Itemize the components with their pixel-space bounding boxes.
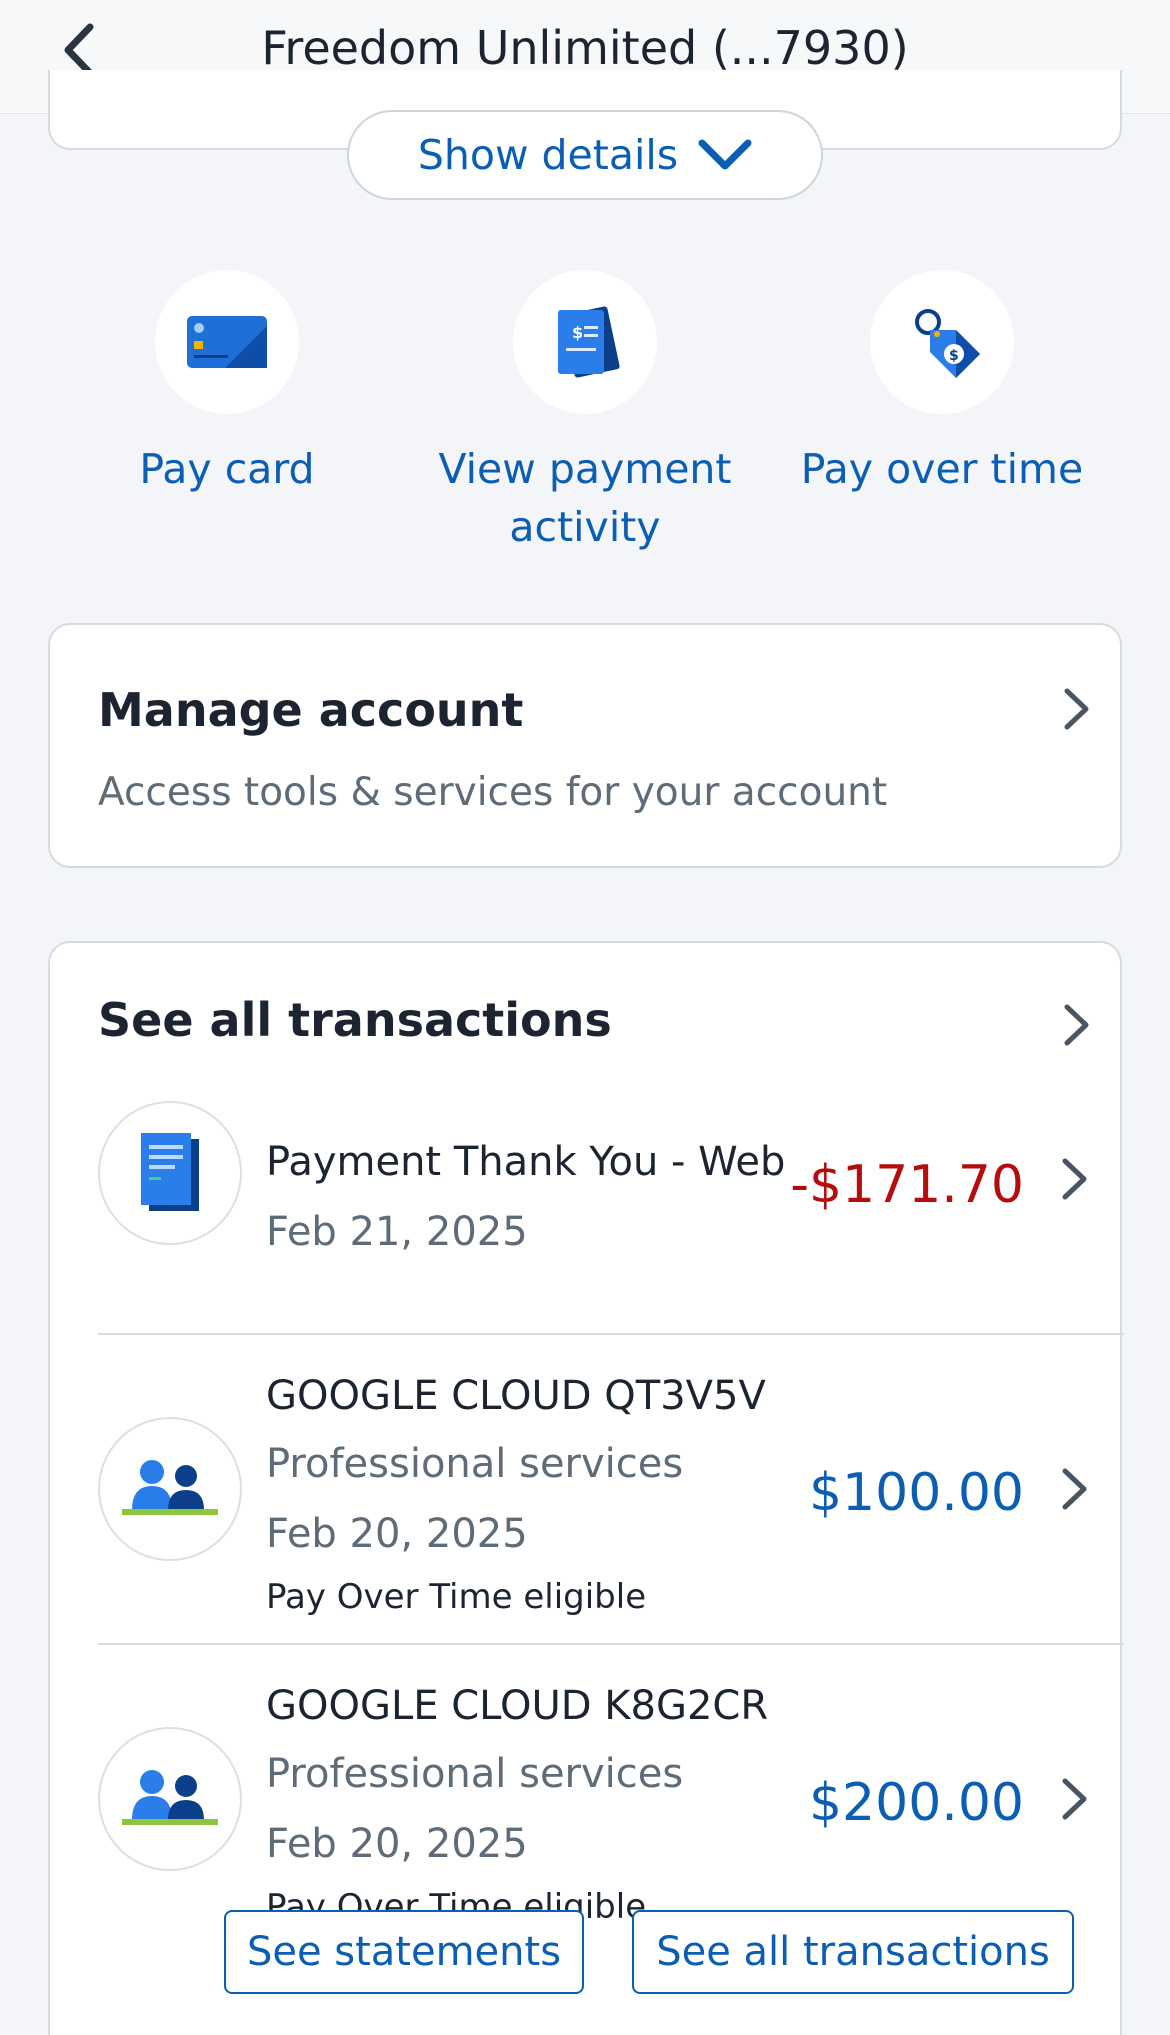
transaction-icon-circle <box>98 1101 242 1245</box>
page-title: Freedom Unlimited (...7930) <box>261 20 909 75</box>
transaction-name: GOOGLE CLOUD QT3V5V <box>266 1373 766 1419</box>
pay-over-time-icon-circle: $ <box>870 270 1014 414</box>
transaction-category: Professional services <box>266 1441 684 1487</box>
transaction-date: Feb 20, 2025 <box>266 1821 528 1867</box>
transaction-amount: $200.00 <box>808 1773 1024 1833</box>
view-payment-activity-label-line2: activity <box>509 503 661 551</box>
chevron-right-icon <box>1062 1778 1087 1820</box>
view-payment-activity-action[interactable]: $ View payment activity <box>420 270 750 556</box>
quick-actions: Pay card $ View payment activity $ Pay o… <box>0 270 1170 570</box>
transaction-row[interactable]: GOOGLE CLOUD QT3V5V Professional service… <box>98 1335 1124 1645</box>
chevron-down-icon <box>698 139 752 170</box>
chevron-right-icon[interactable] <box>1062 1003 1092 1047</box>
pay-over-time-eligible-note: Pay Over Time eligible <box>266 1577 647 1617</box>
see-statements-button[interactable]: See statements <box>224 1910 584 1994</box>
view-payment-activity-label: View payment activity <box>420 440 750 556</box>
view-payment-activity-label-line1: View payment <box>438 445 732 493</box>
credit-card-icon <box>187 316 267 368</box>
chevron-left-icon <box>64 23 94 77</box>
people-icon <box>122 1770 218 1825</box>
show-details-label: Show details <box>417 131 679 179</box>
transaction-date: Feb 21, 2025 <box>266 1209 528 1255</box>
chevron-right-icon <box>1062 1158 1087 1200</box>
svg-text:$: $ <box>949 348 959 364</box>
transaction-icon-circle <box>98 1417 242 1561</box>
show-details-button[interactable]: Show details <box>347 110 823 200</box>
transaction-amount: -$171.70 <box>790 1155 1024 1215</box>
transaction-amount: $100.00 <box>808 1463 1024 1523</box>
pay-card-action[interactable]: Pay card <box>62 270 392 498</box>
transaction-icon-circle <box>98 1727 242 1871</box>
price-tag-icon: $ <box>915 309 980 378</box>
see-all-transactions-header[interactable]: See all transactions <box>98 993 612 1047</box>
transaction-category: Professional services <box>266 1751 684 1797</box>
transaction-name: Payment Thank You - Web <box>266 1139 786 1185</box>
chevron-right-icon <box>1062 1468 1087 1510</box>
chevron-right-icon <box>1064 688 1089 730</box>
pay-over-time-action[interactable]: $ Pay over time <box>777 270 1107 498</box>
transaction-row[interactable]: Payment Thank You - Web Feb 21, 2025 -$1… <box>98 1101 1124 1335</box>
manage-account-subtitle: Access tools & services for your account <box>98 770 888 815</box>
manage-account-card[interactable]: Manage account Access tools & services f… <box>48 623 1122 868</box>
pay-over-time-label: Pay over time <box>800 445 1084 493</box>
payment-activity-icon-circle: $ <box>513 270 657 414</box>
svg-text:$: $ <box>572 323 583 342</box>
manage-account-title: Manage account <box>98 683 524 737</box>
pay-card-icon-circle <box>155 270 299 414</box>
transaction-name: GOOGLE CLOUD K8G2CR <box>266 1683 769 1729</box>
pay-card-label: Pay card <box>139 445 315 493</box>
people-icon <box>122 1460 218 1515</box>
payment-document-icon: $ <box>558 306 620 378</box>
transaction-date: Feb 20, 2025 <box>266 1511 528 1557</box>
transactions-card: See all transactions Payment Thank You -… <box>48 941 1124 2035</box>
see-all-transactions-button[interactable]: See all transactions <box>632 1910 1074 1994</box>
document-icon <box>141 1133 199 1211</box>
transaction-row[interactable]: GOOGLE CLOUD K8G2CR Professional service… <box>98 1645 1124 1945</box>
